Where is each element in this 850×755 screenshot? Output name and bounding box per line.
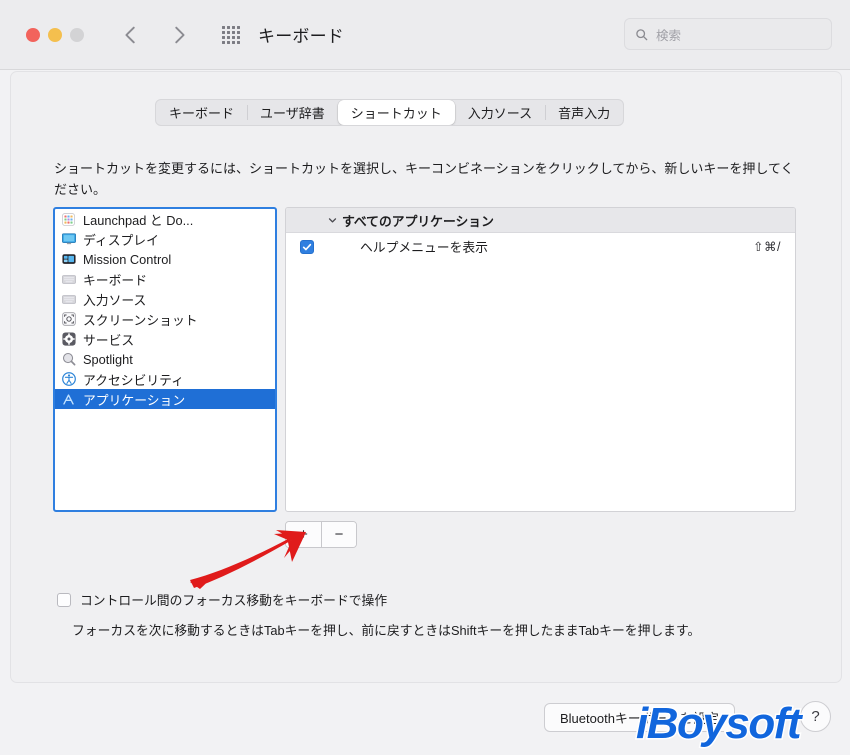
sidebar-item-services[interactable]: サービス — [55, 329, 275, 349]
sidebar-item-label: Launchpad と Do... — [83, 212, 194, 228]
sidebar-item-label: アクセシビリティ — [83, 372, 184, 388]
screenshot-icon — [61, 312, 76, 327]
full-keyboard-access-label: コントロール間のフォーカス移動をキーボードで操作 — [80, 593, 388, 608]
chevron-right-icon — [175, 26, 185, 43]
sidebar-item-display[interactable]: ディスプレイ — [55, 229, 275, 249]
keyboard-icon — [61, 272, 76, 287]
search-field[interactable]: 検索 — [624, 18, 832, 50]
chevron-left-icon — [125, 26, 135, 43]
accessibility-icon — [61, 372, 76, 387]
traffic-lights — [26, 27, 84, 42]
help-button[interactable]: ? — [800, 701, 831, 732]
sidebar-item-keyboard[interactable]: キーボード — [55, 269, 275, 289]
close-button[interactable] — [26, 27, 40, 42]
navigation-buttons — [120, 24, 190, 46]
sidebar-item-app-shortcuts[interactable]: アプリケーション — [55, 389, 275, 409]
shortcut-name: ヘルプメニューを表示 — [360, 240, 488, 255]
shortcut-keys[interactable]: ⇧⌘/ — [753, 239, 781, 254]
list-edit-buttons: + − — [285, 521, 357, 548]
show-all-grid-icon[interactable] — [222, 25, 240, 44]
tab-shortcuts[interactable]: ショートカット — [337, 100, 455, 125]
sidebar-item-screenshots[interactable]: スクリーンショット — [55, 309, 275, 329]
launchpad-icon — [61, 212, 76, 227]
sidebar-item-label: サービス — [83, 332, 135, 348]
back-button[interactable] — [120, 24, 142, 46]
full-keyboard-access-option[interactable]: コントロール間のフォーカス移動をキーボードで操作 — [57, 590, 387, 609]
display-icon — [61, 232, 76, 247]
search-placeholder: 検索 — [656, 28, 682, 43]
spotlight-icon — [61, 352, 76, 367]
sidebar-item-input-sources[interactable]: 入力ソース — [55, 289, 275, 309]
window-titlebar: キーボード 検索 — [0, 0, 850, 70]
sidebar-item-label: スクリーンショット — [83, 312, 198, 328]
system-preferences-window: キーボード 検索 キーボード ユーザ辞書 ショートカット 入力ソース 音声入力 … — [0, 0, 850, 755]
shortcut-group-header[interactable]: すべてのアプリケーション — [286, 208, 795, 233]
zoom-button[interactable] — [70, 27, 84, 42]
sidebar-item-label: アプリケーション — [83, 392, 186, 408]
page-title: キーボード — [258, 27, 344, 46]
sidebar-item-mission-control[interactable]: Mission Control — [55, 249, 275, 269]
sidebar-item-label: Mission Control — [83, 251, 172, 267]
sidebar-item-label: キーボード — [83, 272, 147, 288]
sidebar-item-label: ディスプレイ — [83, 232, 159, 248]
chevron-down-icon[interactable] — [328, 216, 337, 225]
tab-input-sources[interactable]: 入力ソース — [455, 100, 545, 125]
sidebar-item-label: Spotlight — [83, 351, 133, 367]
applications-icon — [61, 392, 76, 407]
sidebar-item-spotlight[interactable]: Spotlight — [55, 349, 275, 369]
services-icon — [61, 332, 76, 347]
minimize-button[interactable] — [48, 27, 62, 42]
tab-text[interactable]: ユーザ辞書 — [247, 100, 338, 125]
tab-dictation[interactable]: 音声入力 — [545, 100, 623, 125]
shortcut-list[interactable]: すべてのアプリケーション ヘルプメニューを表示 ⇧⌘/ — [285, 207, 796, 512]
search-icon — [636, 28, 648, 40]
sidebar-item-accessibility[interactable]: アクセシビリティ — [55, 369, 275, 389]
iboysoft-watermark: iBoysoft — [635, 698, 804, 750]
shortcut-category-list[interactable]: Launchpad と Do... ディスプレイ Mission Control… — [53, 207, 277, 512]
forward-button[interactable] — [168, 24, 190, 46]
sidebar-item-launchpad-dock[interactable]: Launchpad と Do... — [55, 209, 275, 229]
mission-control-icon — [61, 252, 76, 267]
instructions-text: ショートカットを変更するには、ショートカットを選択し、キーコンビネーションをクリ… — [54, 161, 794, 197]
input-source-icon — [61, 292, 76, 307]
tab-bar: キーボード ユーザ辞書 ショートカット 入力ソース 音声入力 — [155, 99, 625, 126]
full-keyboard-access-note: フォーカスを次に移動するときはTabキーを押し、前に戻すときはShiftキーを押… — [72, 623, 701, 638]
checkmark-icon — [302, 243, 312, 250]
sidebar-item-label: 入力ソース — [83, 292, 147, 308]
shortcut-enabled-checkbox[interactable] — [300, 239, 314, 254]
full-keyboard-access-checkbox[interactable] — [57, 592, 71, 607]
shortcut-group-label: すべてのアプリケーション — [342, 213, 494, 229]
remove-shortcut-button[interactable]: − — [321, 522, 356, 547]
table-row[interactable]: ヘルプメニューを表示 ⇧⌘/ — [286, 233, 795, 260]
add-shortcut-button[interactable]: + — [286, 522, 321, 547]
tab-keyboard[interactable]: キーボード — [156, 100, 247, 125]
